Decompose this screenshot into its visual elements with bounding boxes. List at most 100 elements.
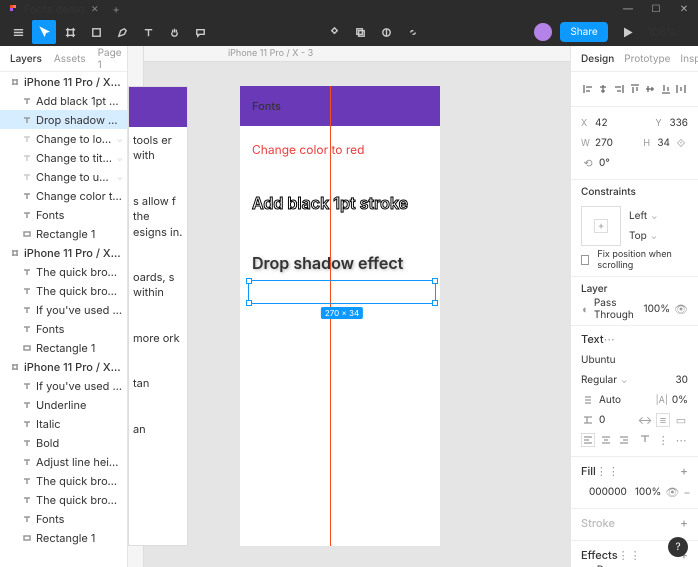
minimize-button[interactable]: — — [614, 0, 642, 18]
chevron-down-icon[interactable]: ⌄ — [117, 153, 123, 163]
link-dims-icon[interactable]: ⟐ — [674, 136, 688, 150]
align-center-h-icon[interactable] — [597, 82, 611, 96]
autowidth-icon[interactable]: ↔ — [638, 413, 652, 427]
page-selector[interactable]: Page 1 — [98, 47, 122, 71]
blend-mode[interactable]: Pass Through — [594, 297, 636, 321]
y-input[interactable]: 336 — [669, 117, 688, 129]
fill-style-icon[interactable]: ⋮⋮ — [596, 464, 620, 478]
hand-tool[interactable] — [162, 20, 186, 44]
constraint-h[interactable]: Left — [629, 210, 647, 222]
layer-item[interactable]: If you've used design tools be… — [0, 376, 127, 395]
avatar[interactable] — [534, 23, 552, 41]
layer-item[interactable]: iPhone 11 Pro / X - 3 — [0, 72, 127, 91]
line-height[interactable]: Auto — [599, 394, 621, 406]
constraint-widget[interactable]: + — [581, 206, 621, 246]
add-fill-button[interactable]: + — [680, 463, 688, 478]
boolean-tool[interactable] — [348, 20, 372, 44]
comment-tool[interactable] — [188, 20, 212, 44]
fill-opacity[interactable]: 100% — [635, 486, 662, 498]
text-more-icon[interactable]: ⋯ — [604, 332, 616, 346]
align-bottom-icon[interactable] — [659, 82, 673, 96]
h-input[interactable]: 34 — [657, 137, 670, 149]
textalign-right-icon[interactable] — [617, 433, 631, 447]
effects-style-icon[interactable]: ⋮⋮ — [618, 548, 642, 562]
autoheight-icon[interactable]: ≡ — [656, 413, 670, 427]
layer-item[interactable]: If you've used design tools be… — [0, 300, 127, 319]
eye-icon[interactable]: 👁 — [674, 302, 688, 316]
move-tool[interactable] — [32, 20, 56, 44]
fix-position-checkbox[interactable] — [581, 255, 589, 265]
text-tool[interactable] — [136, 20, 160, 44]
layer-item[interactable]: Adjust line height to 140% an… — [0, 452, 127, 471]
align-top-icon[interactable] — [628, 82, 642, 96]
valign-mid-icon[interactable]: ⋮ — [656, 433, 670, 447]
zoom-control[interactable]: 106%⌄ — [648, 25, 686, 39]
canvas[interactable]: iPhone 11 Pro / X - 3 tools er withs all… — [128, 46, 570, 567]
frame-tool[interactable] — [58, 20, 82, 44]
layer-item[interactable]: The quick brown fox jumped… — [0, 281, 127, 300]
layer-item[interactable]: Fonts — [0, 319, 127, 338]
tab-design[interactable]: Design — [581, 53, 614, 65]
align-center-v-icon[interactable] — [643, 82, 657, 96]
text-red[interactable]: Change color to red — [252, 142, 428, 157]
layer-item[interactable]: Change to uppercase⌄ — [0, 167, 127, 186]
layer-item[interactable]: Bold — [0, 433, 127, 452]
layer-item[interactable]: Rectangle 1 — [0, 528, 127, 547]
menu-button[interactable] — [6, 20, 30, 44]
layer-item[interactable]: Drop shadow effect — [0, 110, 127, 129]
text-shadow[interactable]: Drop shadow effect — [252, 253, 428, 273]
mask-tool[interactable] — [322, 20, 346, 44]
shape-tool[interactable] — [84, 20, 108, 44]
font-size[interactable]: 30 — [676, 374, 689, 386]
textalign-center-icon[interactable] — [599, 433, 613, 447]
rotation-input[interactable]: 0° — [599, 157, 610, 169]
text-stroke[interactable]: Add black 1pt stroke — [252, 193, 428, 213]
contrast-tool[interactable] — [374, 20, 398, 44]
add-stroke-button[interactable]: + — [680, 515, 688, 530]
link-tool[interactable] — [400, 20, 424, 44]
layer-item[interactable]: The quick brown fox jumped… — [0, 471, 127, 490]
font-weight[interactable]: Regular — [581, 374, 617, 386]
layer-item[interactable]: Rectangle 1 — [0, 338, 127, 357]
share-button[interactable]: Share — [560, 22, 607, 42]
layer-item[interactable]: The quick brown fox… — [0, 490, 127, 509]
fixed-icon[interactable]: ▭ — [674, 413, 688, 427]
layer-item[interactable]: Change to lower case⌄ — [0, 129, 127, 148]
x-input[interactable]: 42 — [595, 117, 608, 129]
distribute-icon[interactable] — [674, 82, 688, 96]
layer-item[interactable]: Underline — [0, 395, 127, 414]
align-left-icon[interactable] — [581, 82, 595, 96]
close-icon[interactable]: ✕ — [91, 4, 99, 15]
add-tab-button[interactable]: + — [106, 2, 125, 16]
fill-hex[interactable]: 000000 — [589, 486, 627, 498]
layer-item[interactable]: Add black 1pt stroke — [0, 91, 127, 110]
textalign-left-icon[interactable] — [581, 433, 595, 447]
file-tab[interactable]: Fonts demo ✕ — [0, 0, 106, 18]
layer-item[interactable]: Italic — [0, 414, 127, 433]
layer-item[interactable]: iPhone 11 Pro / X - 2 — [0, 243, 127, 262]
selection-box[interactable]: 270 × 34 — [248, 280, 436, 304]
font-family[interactable]: Ubuntu — [581, 354, 616, 366]
text-more-icon2[interactable]: ⋯ — [674, 433, 688, 447]
tab-prototype[interactable]: Prototype — [624, 53, 670, 65]
remove-fill-icon[interactable]: − — [683, 485, 690, 499]
layer-item[interactable]: iPhone 11 Pro / X - 1 — [0, 357, 127, 376]
chevron-down-icon[interactable]: ⌄ — [117, 134, 123, 144]
layer-item[interactable]: The quick brown fox jumped… — [0, 262, 127, 281]
eye-icon[interactable]: 👁 — [665, 485, 679, 499]
layer-item[interactable]: Fonts — [0, 509, 127, 528]
layers-tab[interactable]: Layers — [10, 53, 42, 65]
layer-item[interactable]: Change color to red — [0, 186, 127, 205]
tab-inspect[interactable]: Inspect — [680, 53, 698, 65]
breadcrumb[interactable]: iPhone 11 Pro / X - 3 — [228, 48, 313, 59]
present-button[interactable] — [616, 20, 640, 44]
constraint-v[interactable]: Top — [629, 230, 647, 242]
layer-item[interactable]: Fonts — [0, 205, 127, 224]
maximize-button[interactable]: ☐ — [642, 0, 670, 18]
layer-item[interactable]: Rectangle 1 — [0, 224, 127, 243]
chevron-down-icon[interactable]: ⌄ — [117, 172, 123, 182]
letter-spacing[interactable]: 0% — [672, 394, 688, 406]
align-right-icon[interactable] — [612, 82, 626, 96]
layer-opacity[interactable]: 100% — [644, 303, 671, 315]
valign-top-icon[interactable] — [639, 433, 653, 447]
